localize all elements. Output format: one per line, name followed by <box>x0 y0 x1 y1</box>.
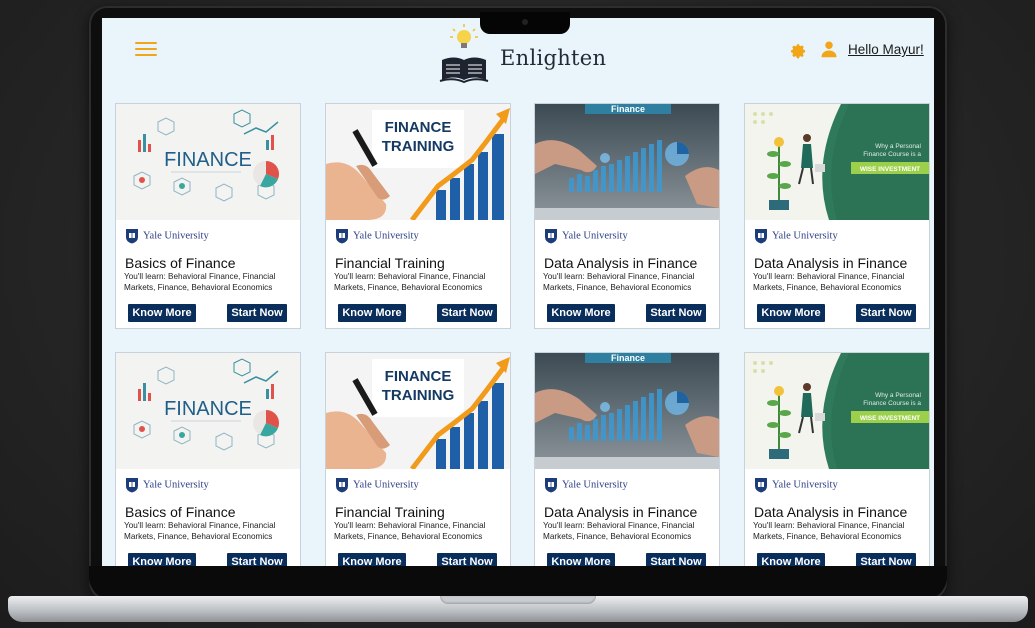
course-title: Data Analysis in Finance <box>754 255 908 271</box>
university-crest-icon <box>755 229 767 244</box>
course-card[interactable]: Finance Yale University Data Analysis in… <box>534 352 720 566</box>
university-label: Yale University <box>125 228 209 246</box>
course-description: You'll learn: Behavioral Finance, Financ… <box>124 272 276 292</box>
course-card[interactable]: FINANCE TRAINING Yale University Financi… <box>325 352 511 566</box>
svg-text:Finance Course is a: Finance Course is a <box>863 151 921 158</box>
university-label: Yale University <box>754 228 838 246</box>
svg-text:FINANCE: FINANCE <box>164 398 252 420</box>
course-thumbnail[interactable]: FINANCE <box>116 104 300 220</box>
app-screen: Enlighten Hello Mayur! FINANCE Yale Univ… <box>102 18 934 566</box>
university-crest-icon <box>755 478 767 493</box>
start-now-button[interactable]: Start Now <box>856 553 916 566</box>
svg-text:TRAINING: TRAINING <box>382 387 455 404</box>
course-title: Basics of Finance <box>125 255 236 271</box>
course-card[interactable]: Finance Yale University Data Analysis in… <box>534 103 720 329</box>
course-description: You'll learn: Behavioral Finance, Financ… <box>334 272 486 292</box>
brand-name: Enlighten <box>500 46 607 70</box>
start-now-button[interactable]: Start Now <box>646 553 706 566</box>
know-more-button[interactable]: Know More <box>338 304 406 322</box>
university-label: Yale University <box>335 228 419 246</box>
university-crest-icon <box>126 478 138 493</box>
university-crest-icon <box>126 229 138 244</box>
course-description: You'll learn: Behavioral Finance, Financ… <box>334 521 486 541</box>
svg-text:Finance: Finance <box>611 104 645 114</box>
camera-notch <box>480 12 570 34</box>
course-thumbnail[interactable]: Why a Personal Finance Course is a WISE … <box>745 104 929 220</box>
bulb-book-logo-icon <box>439 24 489 84</box>
course-card[interactable]: FINANCE TRAINING Yale University Financi… <box>325 103 511 329</box>
course-title: Financial Training <box>335 255 445 271</box>
course-description: You'll learn: Behavioral Finance, Financ… <box>124 521 276 541</box>
university-crest-icon <box>336 478 348 493</box>
camera-icon <box>522 19 528 25</box>
know-more-button[interactable]: Know More <box>757 553 825 566</box>
university-crest-icon <box>336 229 348 244</box>
know-more-button[interactable]: Know More <box>338 553 406 566</box>
university-crest-icon <box>545 478 557 493</box>
know-more-button[interactable]: Know More <box>128 553 196 566</box>
course-thumbnail[interactable]: FINANCE <box>116 353 300 469</box>
course-title: Financial Training <box>335 504 445 520</box>
course-description: You'll learn: Behavioral Finance, Financ… <box>543 521 695 541</box>
know-more-button[interactable]: Know More <box>757 304 825 322</box>
course-thumbnail[interactable]: Why a Personal Finance Course is a WISE … <box>745 353 929 469</box>
start-now-button[interactable]: Start Now <box>437 553 497 566</box>
know-more-button[interactable]: Know More <box>128 304 196 322</box>
course-thumbnail[interactable]: Finance <box>535 104 719 220</box>
course-title: Data Analysis in Finance <box>544 504 698 520</box>
start-now-button[interactable]: Start Now <box>856 304 916 322</box>
course-description: You'll learn: Behavioral Finance, Financ… <box>543 272 695 292</box>
svg-text:FINANCE: FINANCE <box>164 149 252 171</box>
course-title: Basics of Finance <box>125 504 236 520</box>
university-label: Yale University <box>335 477 419 495</box>
svg-text:Why a Personal: Why a Personal <box>875 392 921 399</box>
know-more-button[interactable]: Know More <box>547 553 615 566</box>
laptop-base <box>8 596 1028 622</box>
course-card[interactable]: FINANCE Yale University Basics of Financ… <box>115 352 301 566</box>
laptop-chin <box>89 566 947 596</box>
svg-text:WISE INVESTMENT: WISE INVESTMENT <box>860 415 920 422</box>
svg-text:FINANCE: FINANCE <box>385 119 452 136</box>
course-thumbnail[interactable]: FINANCE TRAINING <box>326 353 510 469</box>
svg-text:TRAINING: TRAINING <box>382 138 455 155</box>
start-now-button[interactable]: Start Now <box>646 304 706 322</box>
university-label: Yale University <box>544 477 628 495</box>
gear-icon[interactable] <box>789 42 807 60</box>
course-thumbnail[interactable]: Finance <box>535 353 719 469</box>
university-label: Yale University <box>544 228 628 246</box>
start-now-button[interactable]: Start Now <box>437 304 497 322</box>
svg-text:Finance Course is a: Finance Course is a <box>863 400 921 407</box>
start-now-button[interactable]: Start Now <box>227 304 287 322</box>
university-label: Yale University <box>125 477 209 495</box>
course-thumbnail[interactable]: FINANCE TRAINING <box>326 104 510 220</box>
user-greeting-link[interactable]: Hello Mayur! <box>848 42 924 57</box>
hamburger-menu-icon[interactable] <box>135 42 157 56</box>
course-description: You'll learn: Behavioral Finance, Financ… <box>753 272 905 292</box>
course-card[interactable]: FINANCE Yale University Basics of Financ… <box>115 103 301 329</box>
svg-text:Finance: Finance <box>611 353 645 363</box>
course-title: Data Analysis in Finance <box>544 255 698 271</box>
svg-text:WISE INVESTMENT: WISE INVESTMENT <box>860 166 920 173</box>
course-description: You'll learn: Behavioral Finance, Financ… <box>753 521 905 541</box>
university-label: Yale University <box>754 477 838 495</box>
course-card[interactable]: Why a Personal Finance Course is a WISE … <box>744 103 930 329</box>
user-icon[interactable] <box>820 40 838 58</box>
svg-text:FINANCE: FINANCE <box>385 368 452 385</box>
know-more-button[interactable]: Know More <box>547 304 615 322</box>
laptop-base-groove <box>440 596 596 604</box>
course-title: Data Analysis in Finance <box>754 504 908 520</box>
svg-text:Why a Personal: Why a Personal <box>875 143 921 150</box>
university-crest-icon <box>545 229 557 244</box>
course-card[interactable]: Why a Personal Finance Course is a WISE … <box>744 352 930 566</box>
start-now-button[interactable]: Start Now <box>227 553 287 566</box>
